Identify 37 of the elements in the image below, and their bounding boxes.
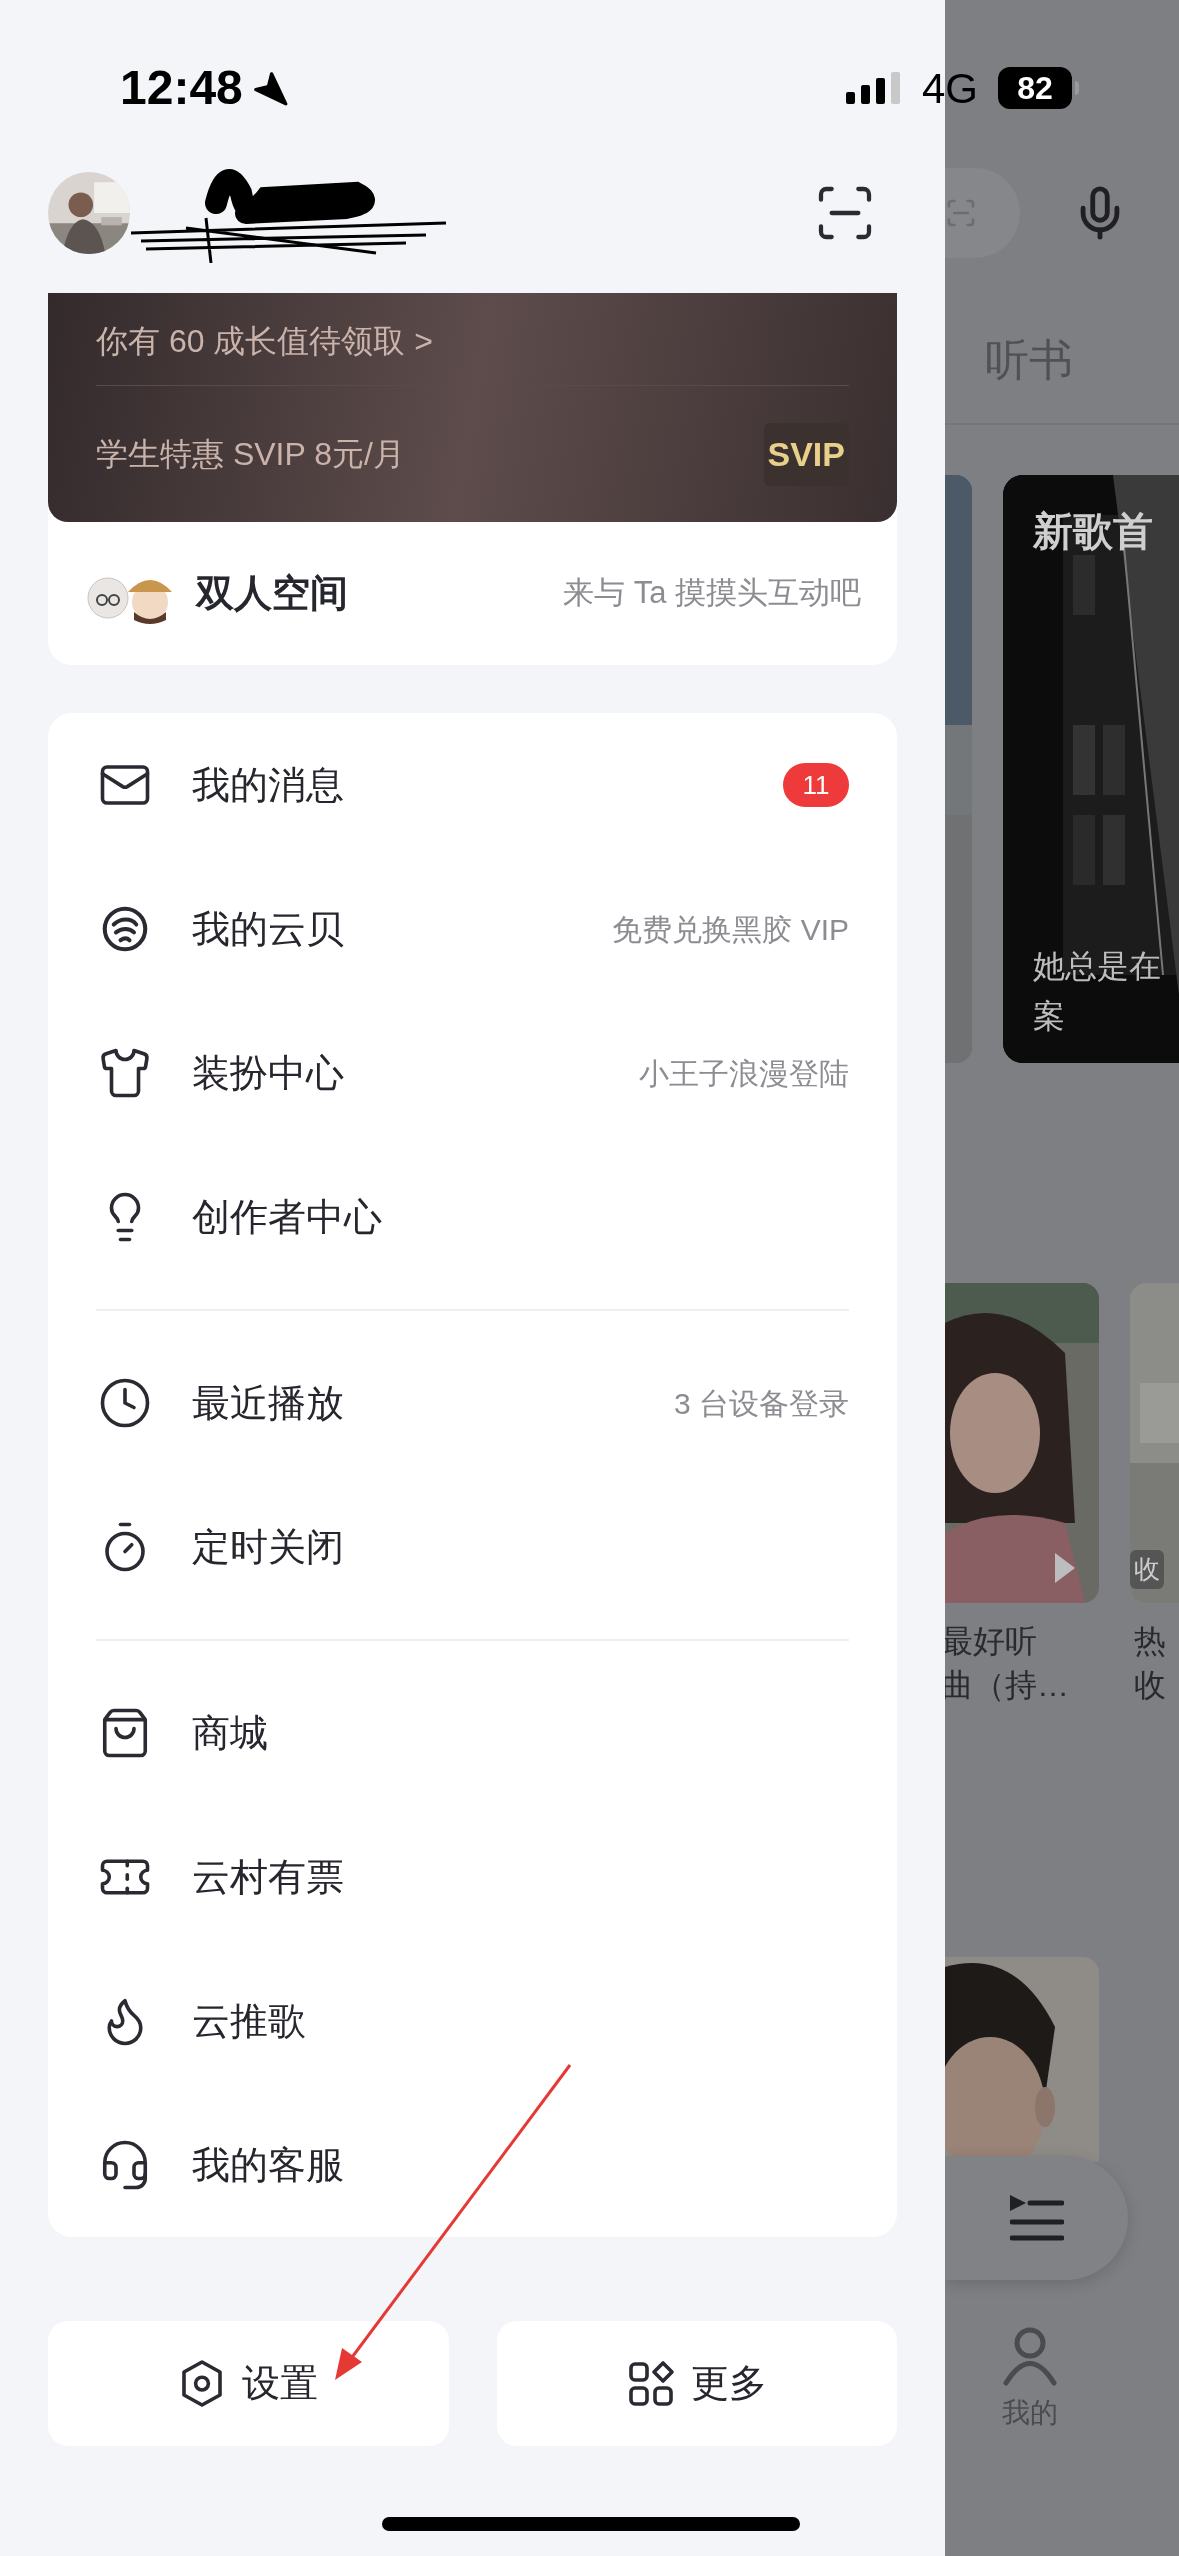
signal-icon <box>845 72 902 104</box>
vip-card[interactable]: 你有 60 成长值待领取 > 学生特惠 SVIP 8元/月 SVIP <box>48 293 897 522</box>
growth-link[interactable]: 你有 60 成长值待领取 > <box>96 311 849 371</box>
menu-item[interactable]: 装扮中心 <box>98 1044 344 1102</box>
clock-icon <box>98 1376 152 1430</box>
card-title: 新歌首 <box>1033 508 1154 555</box>
item-detail: 3 台设备登录 <box>673 1385 849 1422</box>
menu-item[interactable]: 云推歌 <box>98 1992 306 2050</box>
status-time: 12:48 <box>120 60 243 116</box>
featured-card[interactable]: 新歌首 她总是在 案 <box>1003 475 1179 1063</box>
card-caption: 她总是在 案 <box>1033 947 1162 1036</box>
menu-item[interactable]: 我的云贝 <box>98 900 344 958</box>
couple-space-hint: 来与 Ta 摸摸头互动吧 <box>563 574 861 613</box>
playlist-badge: 收 <box>1130 1550 1164 1589</box>
menu-item[interactable]: 定时关闭 <box>98 1518 344 1576</box>
item-detail: 免费兑换黑胶 VIP <box>612 911 849 948</box>
playlist-button[interactable] <box>945 2156 1128 2280</box>
person-icon[interactable] <box>1002 2326 1058 2386</box>
offer-text: 学生特惠 SVIP 8元/月 <box>96 435 405 474</box>
settings-button[interactable]: 设置 <box>48 2321 449 2446</box>
battery-level: 82 <box>998 67 1072 109</box>
menu-item[interactable]: 我的客服 <box>98 2136 344 2194</box>
menu-item[interactable]: 创作者中心 <box>98 1188 382 1246</box>
playlist-title[interactable]: 热 收 <box>1134 1619 1179 1707</box>
playlist-icon <box>1009 2195 1064 2241</box>
menu-item[interactable]: 我的消息 <box>98 756 344 814</box>
svip-badge: SVIP <box>763 422 849 486</box>
couple-space-title[interactable]: 双人空间 <box>196 565 348 622</box>
menu-item[interactable]: 商城 <box>98 1704 268 1762</box>
menu-item[interactable]: 最近播放 <box>98 1374 344 1432</box>
menu-item[interactable]: 云村有票 <box>98 1848 344 1906</box>
search-field[interactable] <box>945 168 1020 258</box>
shirt-icon <box>98 1046 152 1100</box>
more-button[interactable]: 更多 <box>496 2321 897 2446</box>
grid-icon <box>626 2359 675 2408</box>
item-detail: 小王子浪漫登陆 <box>639 1055 849 1092</box>
unread-badge: 11 <box>783 763 849 807</box>
